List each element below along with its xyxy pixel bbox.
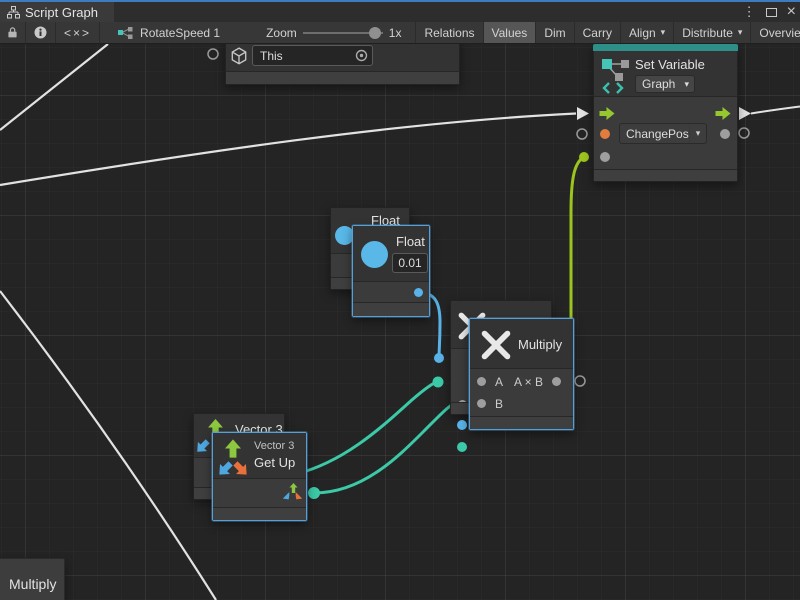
- multiply-input-b-port[interactable]: [477, 399, 486, 408]
- multiply-icon: [480, 329, 512, 361]
- tab-label: Script Graph: [25, 5, 98, 20]
- float-icon: [361, 241, 388, 268]
- wire-teal-getup-to-multiply: [314, 402, 459, 493]
- chevron-down-icon: ▾: [738, 27, 743, 38]
- distribute-label: Distribute: [682, 26, 733, 40]
- info-button[interactable]: [26, 22, 56, 43]
- toolbar-button-values[interactable]: Values: [484, 22, 537, 43]
- port-label-a: A: [495, 375, 503, 389]
- node-title: Set Variable: [635, 57, 705, 72]
- window-controls: ⋮ ×: [743, 2, 796, 22]
- port-label-b: B: [495, 397, 503, 411]
- variable-output-port[interactable]: [720, 129, 730, 139]
- title-bar: Script Graph ⋮ ×: [0, 0, 800, 22]
- flow-out-port[interactable]: [715, 107, 732, 120]
- align-label: Align: [629, 26, 656, 40]
- variable-name-value: ChangePos: [620, 127, 689, 141]
- this-object-field[interactable]: This: [252, 45, 373, 66]
- flow-arrowhead-out: [739, 107, 751, 120]
- scope-value: Graph: [636, 77, 684, 91]
- close-icon[interactable]: ×: [787, 3, 796, 21]
- object-picker-icon[interactable]: [355, 49, 368, 62]
- graph-toolbar: <×> RotateSpeed 1 Zoom 1x Relations Valu…: [0, 22, 800, 44]
- node-footer: [353, 302, 429, 316]
- cube-icon: [230, 47, 248, 66]
- flow-wire-bottom-left: [0, 291, 216, 600]
- port-label-result: A × B: [514, 375, 543, 389]
- graph-tree-icon: [7, 6, 20, 19]
- node-get-up[interactable]: Vector 3 Get Up: [212, 432, 307, 521]
- toolbar-button-overview[interactable]: Overview: [751, 22, 800, 43]
- node-set-variable[interactable]: Set Variable Graph ▾ ChangePos ▾: [593, 44, 738, 182]
- flow-arrowhead-in: [577, 107, 589, 120]
- port-outline-setvariable-left[interactable]: [577, 129, 587, 139]
- chevron-down-icon: ▾: [689, 124, 706, 143]
- toolbar-button-align[interactable]: Align ▾: [621, 22, 674, 43]
- flow-in-port[interactable]: [599, 107, 616, 120]
- port-outline-multiply-right[interactable]: [575, 376, 585, 386]
- zoom-slider-handle[interactable]: [369, 27, 381, 39]
- node-title: Float: [396, 234, 425, 249]
- wire-end-dot-lime: [579, 152, 589, 162]
- flow-wire-top-left: [0, 44, 108, 130]
- node-footer: [213, 507, 306, 520]
- node-title: Multiply: [518, 337, 562, 352]
- arrow-up-icon: [225, 439, 241, 458]
- wire-end-dot-blue: [434, 353, 444, 363]
- graph-node-icon: [118, 27, 133, 39]
- node-footer: [470, 416, 573, 429]
- variable-name-port[interactable]: [600, 129, 610, 139]
- maximize-icon[interactable]: [766, 8, 777, 17]
- multiply-input-a-port[interactable]: [477, 377, 486, 386]
- node-title: Multiply: [9, 576, 56, 592]
- tab-script-graph[interactable]: Script Graph: [0, 2, 114, 22]
- node-multiply-corner[interactable]: Multiply: [0, 558, 65, 600]
- variable-name-dropdown[interactable]: ChangePos ▾: [619, 123, 707, 144]
- toolbar-button-relations[interactable]: Relations: [415, 22, 483, 43]
- graph-canvas[interactable]: This Set Variable Graph ▾: [0, 44, 800, 600]
- multiply-output-port[interactable]: [552, 377, 561, 386]
- code-view-toggle[interactable]: <×>: [56, 22, 100, 43]
- port-outline-setvariable-right[interactable]: [739, 128, 749, 138]
- float-output-port[interactable]: [414, 288, 423, 297]
- zoom-control: Zoom 1x: [258, 22, 409, 43]
- zoom-value: 1x: [389, 26, 402, 40]
- node-footer: [594, 169, 737, 181]
- float-value: 0.01: [398, 256, 421, 270]
- chevron-down-icon: ▾: [661, 27, 666, 38]
- zoom-slider[interactable]: [303, 32, 383, 34]
- node-title: Get Up: [254, 455, 295, 470]
- float-value-field[interactable]: 0.01: [392, 253, 428, 273]
- node-multiply[interactable]: Multiply A A × B B: [469, 318, 574, 430]
- node-footer: [226, 71, 459, 84]
- toolbar-button-carry[interactable]: Carry: [575, 22, 621, 43]
- lock-icon: [8, 26, 17, 39]
- lock-button[interactable]: [0, 22, 26, 43]
- vector3-output-port-icon[interactable]: [283, 483, 302, 502]
- flow-wire-into-set-variable: [0, 114, 576, 186]
- multiply-back-port-b[interactable]: [457, 420, 467, 430]
- info-icon: [34, 26, 47, 39]
- variable-scope-dropdown[interactable]: Graph ▾: [635, 75, 695, 93]
- window-focus-accent: [0, 0, 800, 2]
- window-menu-icon[interactable]: ⋮: [743, 2, 756, 22]
- multiply-back-port-c[interactable]: [457, 442, 467, 452]
- chevron-down-icon: ▾: [684, 79, 694, 90]
- node-type-label: Vector 3: [254, 440, 294, 452]
- wire-end-dot-teal: [433, 377, 444, 388]
- set-variable-icon: [601, 56, 631, 94]
- graph-name: RotateSpeed 1: [140, 26, 220, 40]
- flow-wire-out: [751, 107, 800, 114]
- node-this[interactable]: This: [225, 44, 460, 85]
- toolbar-button-dim[interactable]: Dim: [536, 22, 574, 43]
- value-input-port[interactable]: [600, 152, 610, 162]
- zoom-label: Zoom: [266, 26, 297, 40]
- this-field-value: This: [253, 49, 355, 63]
- port-outline-this[interactable]: [208, 49, 218, 59]
- variable-kind-strip: [593, 44, 738, 51]
- graph-breadcrumb[interactable]: RotateSpeed 1: [100, 22, 228, 43]
- toolbar-button-distribute[interactable]: Distribute ▾: [674, 22, 751, 43]
- node-float[interactable]: Float 0.01: [352, 225, 430, 317]
- wire-teal-vector3-to-multiply: [296, 382, 437, 474]
